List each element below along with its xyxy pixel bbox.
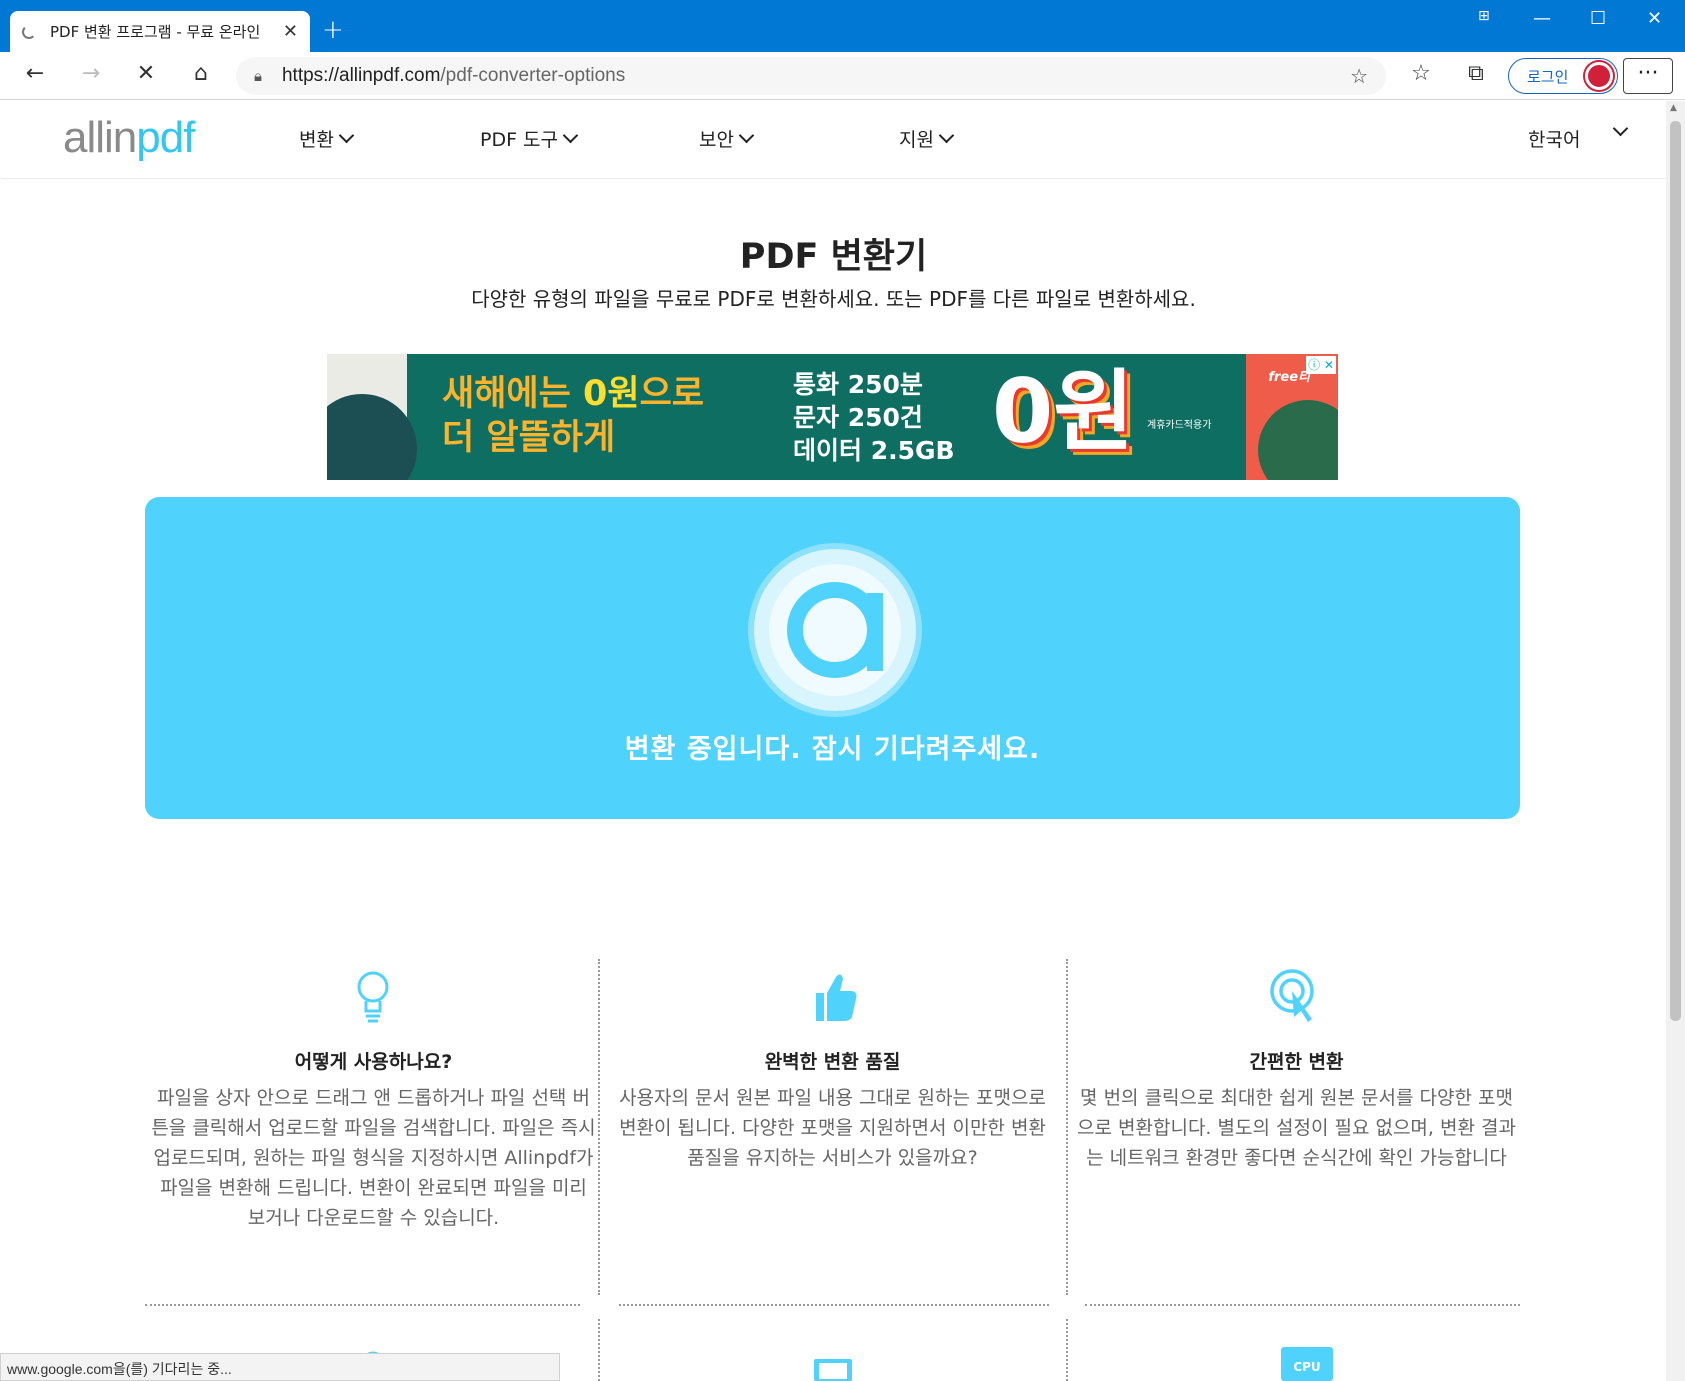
tab-close-icon[interactable]: ✕: [283, 21, 298, 42]
feature-text: 파일을 상자 안으로 드래그 앤 드롭하거나 파일 선택 버튼을 클릭해서 업로…: [151, 1087, 596, 1229]
feature-title: 간편한 변환: [1249, 1051, 1344, 1073]
feature-easy: 간편한 변환 몇 번의 클릭으로 최대한 쉽게 원본 문서를 다양한 포맷으로 …: [1068, 959, 1525, 1295]
feature-title: 완벽한 변환 품질: [764, 1051, 901, 1073]
cpu-icon: CPU: [1281, 1347, 1333, 1381]
ad-plan-details: 통화 250분 문자 250건 데이터 2.5GB: [793, 370, 955, 465]
collections-icon[interactable]: ⧉: [1461, 61, 1491, 86]
divider: [1066, 1319, 1068, 1381]
feature-quality: 완벽한 변환 품질 사용자의 문서 원본 파일 내용 그대로 원하는 포맷으로 …: [604, 959, 1061, 1295]
browser-titlebar: PDF 변환 프로그램 - 무료 온라인 ✕ + ⊞ — ☐ ✕: [0, 0, 1685, 52]
divider: [145, 1304, 580, 1306]
language-selector[interactable]: 한국어: [1528, 125, 1580, 152]
feature-text: 몇 번의 클릭으로 최대한 쉽게 원본 문서를 다양한 포맷으로 변환합니다. …: [1077, 1087, 1516, 1169]
feature-text: 사용자의 문서 원본 파일 내용 그대로 원하는 포맷으로 변환이 됩니다. 다…: [619, 1087, 1046, 1169]
nav-label: 지원: [899, 129, 934, 151]
ad-note: 계휴카드적용가: [1147, 420, 1212, 431]
ad-close-icon[interactable]: ⓘ ✕: [1306, 356, 1336, 374]
converting-logo-icon: [754, 549, 916, 711]
ad-decoration: [327, 354, 417, 480]
divider: [1085, 1304, 1520, 1306]
browser-tab[interactable]: PDF 변환 프로그램 - 무료 온라인 ✕: [10, 11, 310, 52]
page-content: allinpdf 변환 PDF 도구 보안 지원 한국어 PDF 변환기 다양한…: [1, 101, 1666, 1381]
forward-icon[interactable]: →: [76, 61, 106, 86]
profile-avatar: [1585, 62, 1613, 90]
page-subtitle: 다양한 유형의 파일을 무료로 PDF로 변환하세요. 또는 PDF를 다른 파…: [471, 287, 1196, 311]
nav-label: 보안: [699, 129, 734, 151]
lightbulb-icon: [145, 967, 602, 1027]
feature-title: 어떻게 사용하나요?: [294, 1051, 453, 1073]
login-button[interactable]: 로그인: [1508, 58, 1618, 94]
home-icon[interactable]: ⌂: [186, 61, 216, 86]
scroll-thumb[interactable]: [1670, 121, 1681, 1021]
login-label: 로그인: [1527, 67, 1569, 86]
ad-brand: free티: [1268, 370, 1310, 385]
chevron-down-icon: [738, 127, 755, 144]
browser-toolbar: ← → ✕ ⌂ 🔒︎ https://allinpdf.com/pdf-conv…: [0, 52, 1685, 100]
maximize-icon[interactable]: ☐: [1590, 8, 1606, 29]
nav-support[interactable]: 지원: [899, 125, 955, 152]
close-window-icon[interactable]: ✕: [1647, 8, 1662, 29]
nav-security[interactable]: 보안: [699, 125, 755, 152]
allinpdf-logo[interactable]: allinpdf: [63, 113, 195, 163]
back-icon[interactable]: ←: [20, 61, 50, 86]
add-favorite-icon[interactable]: ☆: [1350, 64, 1368, 88]
loading-spinner-icon: [22, 24, 36, 39]
nav-pdf-tools[interactable]: PDF 도구: [480, 125, 579, 152]
ad-price: 0원: [992, 360, 1135, 463]
thumbs-up-icon: [604, 967, 1061, 1027]
chevron-down-icon: [938, 127, 955, 144]
lock-icon[interactable]: 🔒︎: [254, 67, 262, 85]
feature-how-to-use: 어떻게 사용하나요? 파일을 상자 안으로 드래그 앤 드롭하거나 파일 선택 …: [145, 959, 602, 1295]
divider: [619, 1304, 1049, 1306]
monitor-icon: [812, 1357, 856, 1381]
features-section: 어떻게 사용하나요? 파일을 상자 안으로 드래그 앤 드롭하거나 파일 선택 …: [145, 959, 1520, 1381]
ad-banner[interactable]: 새해에는 0원으로 더 알뜰하게 통화 250분 문자 250건 데이터 2.5…: [327, 354, 1338, 480]
nav-label: PDF 도구: [480, 129, 559, 151]
chevron-down-icon: [562, 127, 579, 144]
tab-title: PDF 변환 프로그램 - 무료 온라인: [50, 23, 261, 41]
url-text[interactable]: https://allinpdf.com/pdf-converter-optio…: [282, 65, 1350, 87]
chevron-down-icon: [338, 127, 355, 144]
nav-convert[interactable]: 변환: [299, 125, 355, 152]
tab-actions-icon[interactable]: ⊞: [1478, 8, 1490, 24]
scroll-up-icon[interactable]: ▲: [1670, 103, 1677, 113]
more-menu-button[interactable]: ···: [1623, 58, 1673, 94]
chevron-down-icon[interactable]: [1612, 120, 1629, 137]
page-scrollbar[interactable]: ▲: [1666, 101, 1685, 1381]
site-header: allinpdf 변환 PDF 도구 보안 지원 한국어: [1, 101, 1666, 179]
converter-dropzone[interactable]: 변환 중입니다. 잠시 기다려주세요.: [145, 497, 1520, 819]
nav-label: 변환: [299, 129, 334, 151]
page-title: PDF 변환기: [739, 237, 928, 277]
divider: [598, 959, 600, 1295]
address-bar[interactable]: 🔒︎ https://allinpdf.com/pdf-converter-op…: [236, 57, 1386, 95]
divider: [598, 1319, 600, 1381]
browser-status-bar: www.google.com을(를) 기다리는 중...: [0, 1353, 560, 1381]
minimize-icon[interactable]: —: [1533, 8, 1551, 29]
click-pointer-icon: [1068, 967, 1525, 1027]
stop-loading-icon[interactable]: ✕: [131, 61, 161, 86]
conversion-status: 변환 중입니다. 잠시 기다려주세요.: [624, 734, 1041, 765]
new-tab-button[interactable]: +: [322, 15, 344, 45]
favorites-icon[interactable]: ☆: [1406, 61, 1436, 86]
ad-headline: 새해에는 0원으로 더 알뜰하게: [442, 374, 704, 458]
